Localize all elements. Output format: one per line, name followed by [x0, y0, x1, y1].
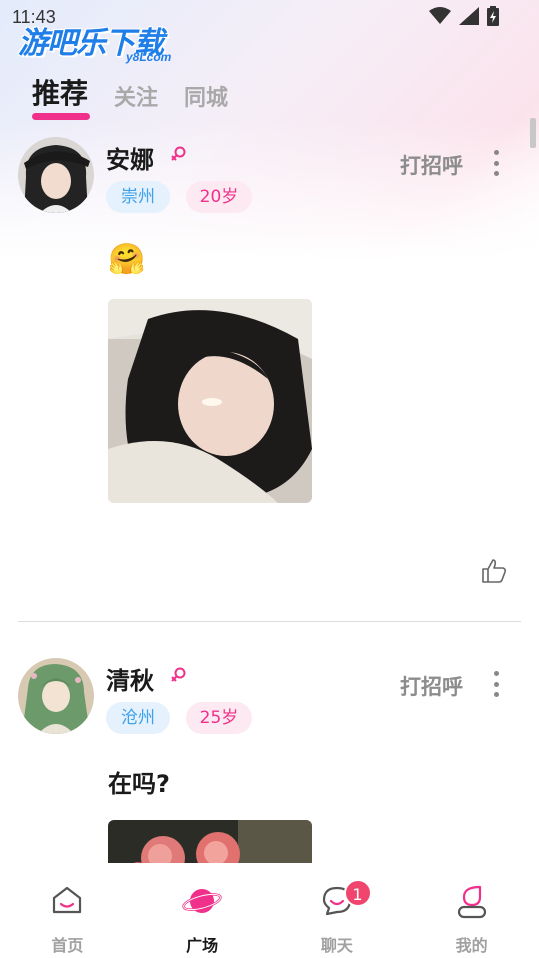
greet-button[interactable]: 打招呼: [400, 671, 463, 701]
bottom-navigation: 首页 广场 1 聊天 我的: [0, 863, 539, 958]
thumbs-up-icon[interactable]: [481, 558, 507, 584]
nav-home-label: 首页: [51, 936, 84, 955]
avatar[interactable]: [18, 137, 94, 213]
battery-icon: [487, 6, 499, 26]
status-icons: [429, 6, 499, 26]
post-photo[interactable]: [108, 299, 312, 503]
profile-icon: [457, 885, 486, 919]
nav-square[interactable]: 广场: [135, 863, 270, 958]
age-tag: 25岁: [186, 702, 252, 734]
nav-home[interactable]: 首页: [0, 863, 135, 958]
nav-mine-label: 我的: [455, 936, 488, 955]
avatar[interactable]: [18, 658, 94, 734]
nav-chat-label: 聊天: [320, 936, 353, 955]
age-tag: 20岁: [186, 181, 252, 213]
unread-badge: 1: [343, 879, 372, 907]
city-tag: 沧州: [106, 702, 170, 734]
scrollbar[interactable]: [530, 118, 536, 148]
nav-square-label: 广场: [186, 936, 219, 955]
more-options-icon[interactable]: [491, 671, 501, 697]
post-content: 在吗?: [108, 770, 170, 798]
female-icon: [171, 667, 186, 682]
home-icon: [53, 886, 82, 914]
tab-recommend[interactable]: 推荐: [32, 72, 91, 120]
nav-chat[interactable]: 1 聊天: [270, 863, 405, 958]
watermark-logo: 游吧乐下载 y8Lcom: [18, 18, 171, 64]
planet-icon: [182, 889, 222, 913]
cell-signal-icon: [459, 7, 479, 25]
nav-mine[interactable]: 我的: [404, 863, 539, 958]
watermark-sub-text: y8Lcom: [126, 50, 172, 64]
post-content: 🤗: [108, 242, 146, 277]
username[interactable]: 安娜: [106, 140, 154, 175]
feed-tabs: 推荐 关注 同城: [32, 72, 254, 120]
username[interactable]: 清秋: [106, 661, 154, 696]
tab-following[interactable]: 关注: [114, 80, 158, 112]
more-options-icon[interactable]: [491, 150, 501, 176]
city-tag: 崇州: [106, 181, 170, 213]
female-icon: [171, 146, 186, 161]
wifi-icon: [429, 7, 451, 24]
greet-button[interactable]: 打招呼: [400, 150, 463, 180]
tab-same-city[interactable]: 同城: [184, 80, 228, 112]
post-divider: [18, 621, 521, 622]
